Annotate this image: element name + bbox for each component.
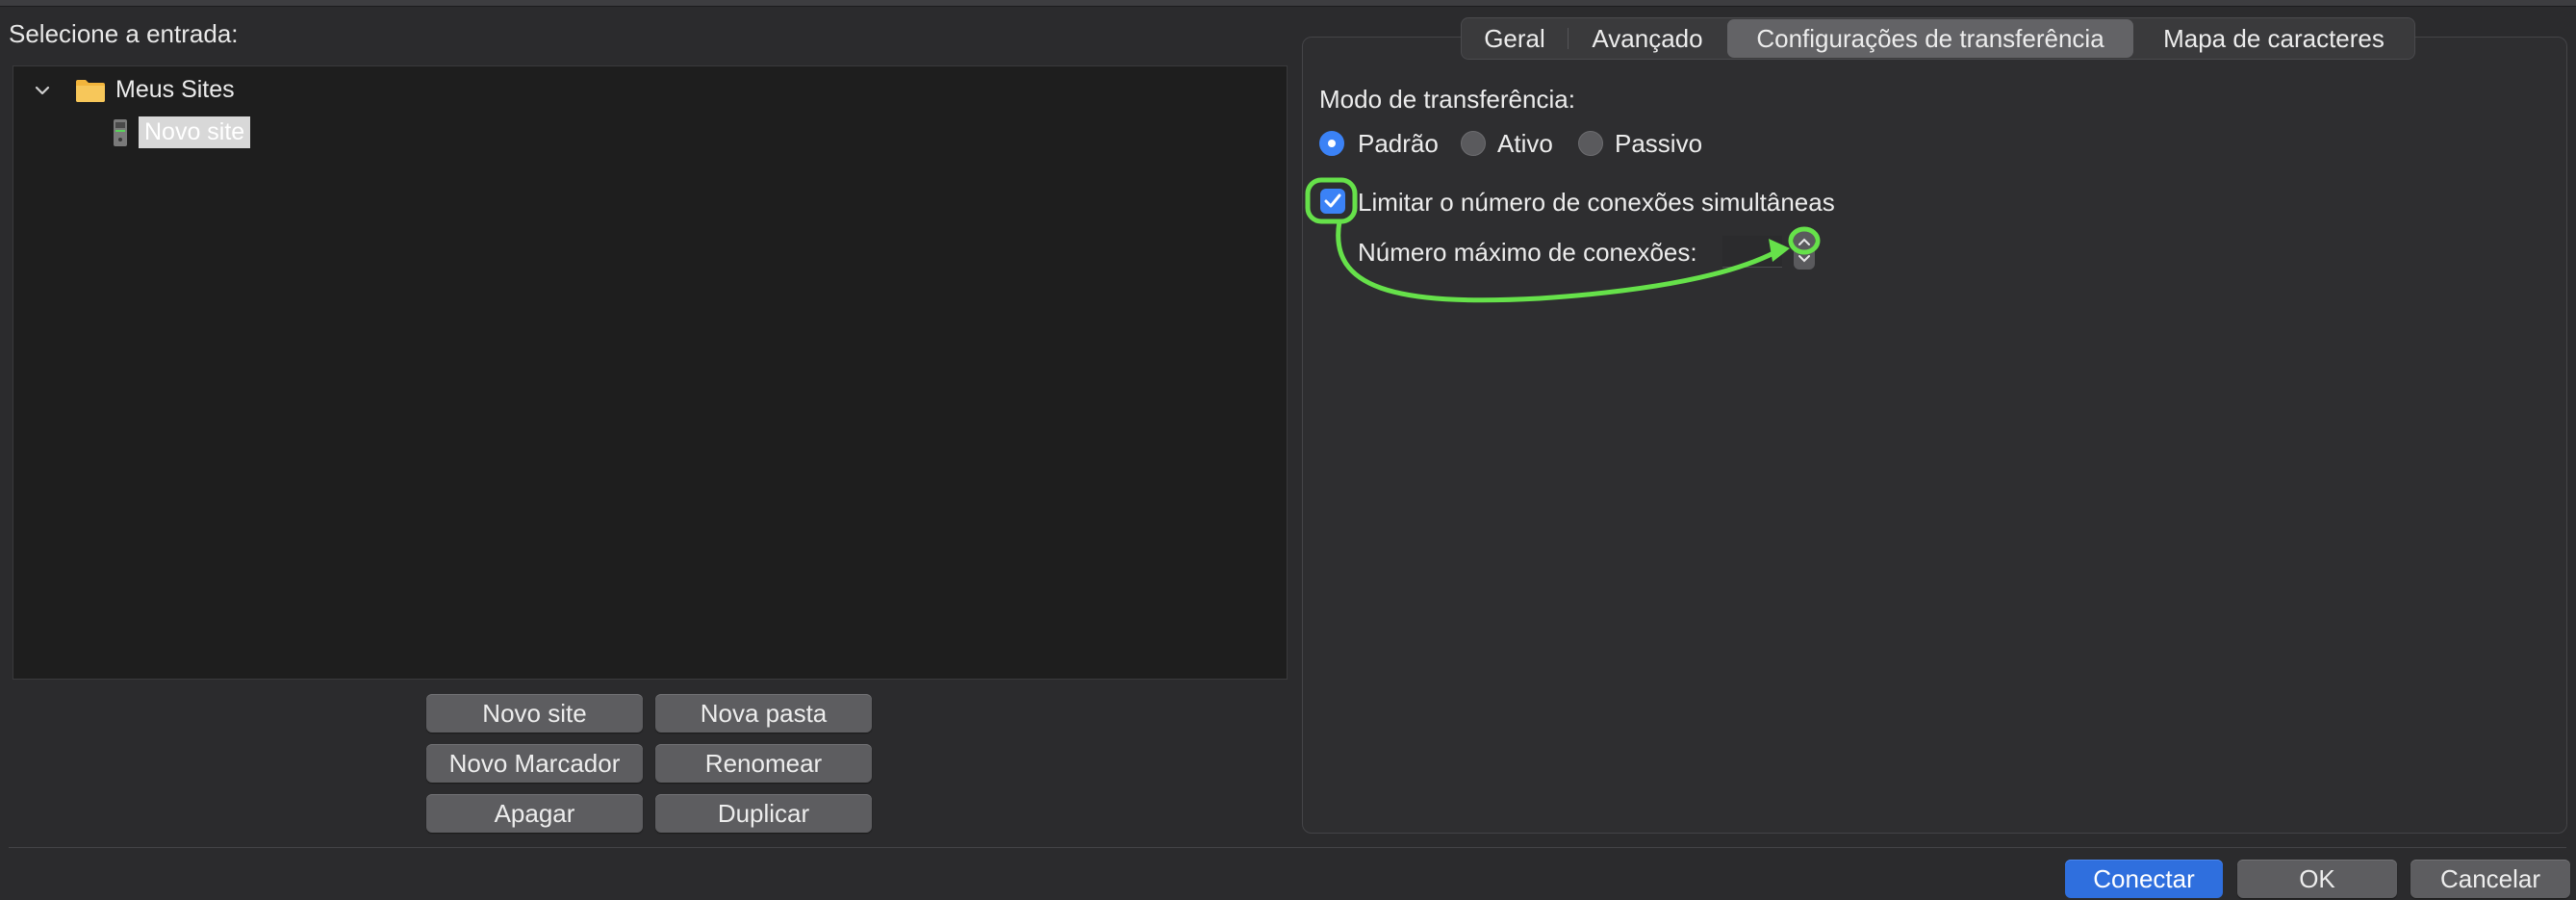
annotation-arrowhead xyxy=(1769,239,1790,262)
cancel-button[interactable]: Cancelar xyxy=(2410,860,2570,898)
annotation-highlight-checkbox xyxy=(1305,177,1358,224)
annotation-overlay xyxy=(1305,177,1821,303)
connect-button[interactable]: Conectar xyxy=(2065,860,2223,898)
annotation-highlight-stepper xyxy=(1788,226,1821,255)
annotation-arrow xyxy=(1336,219,1778,303)
footer-divider xyxy=(9,847,2566,848)
ok-button[interactable]: OK xyxy=(2237,860,2397,898)
